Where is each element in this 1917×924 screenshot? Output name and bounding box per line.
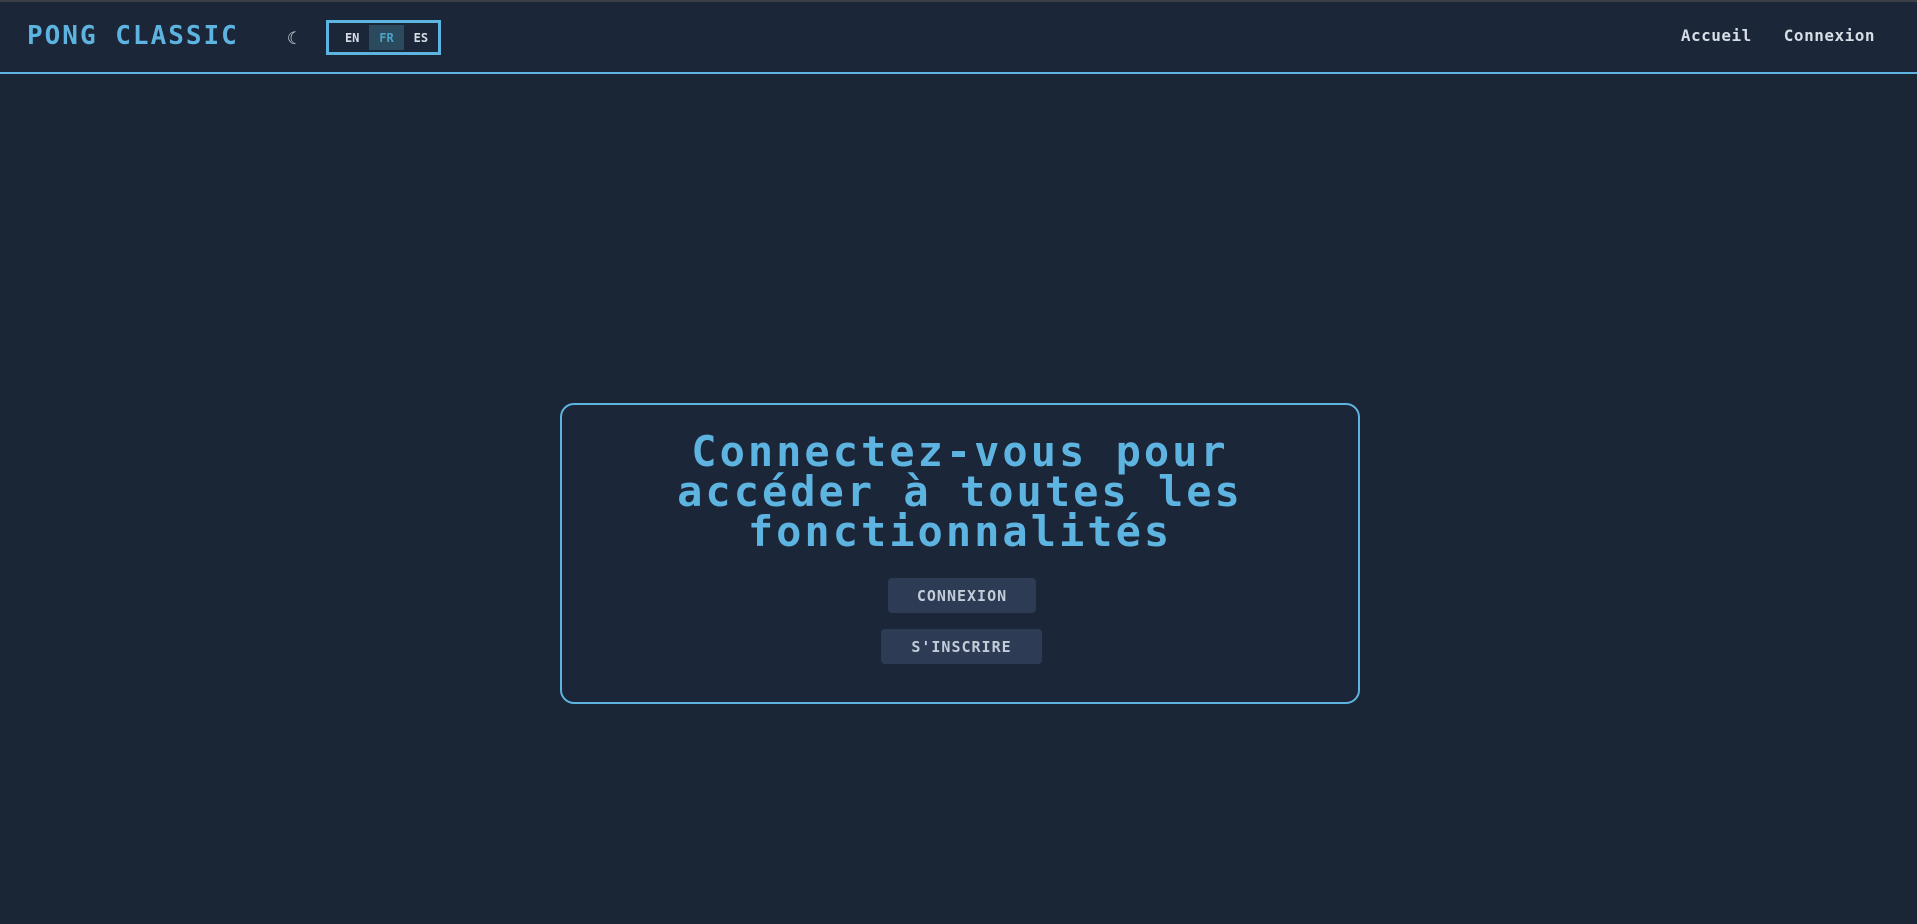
app-logo[interactable]: PONG CLASSIC bbox=[27, 19, 239, 53]
language-switcher: EN FR ES bbox=[326, 20, 441, 55]
login-prompt-heading: Connectez-vous pour accéder à toutes les… bbox=[677, 427, 1243, 556]
lang-button-es[interactable]: ES bbox=[404, 25, 438, 50]
top-navbar: PONG CLASSIC ☾ EN FR ES Accueil Connexio… bbox=[0, 2, 1917, 74]
signup-button[interactable]: S'INSCRIRE bbox=[881, 629, 1042, 664]
login-prompt-card: Connectez-vous pour accéder à toutes les… bbox=[560, 403, 1360, 704]
nav-link-login[interactable]: Connexion bbox=[1784, 26, 1875, 45]
nav-links: Accueil Connexion bbox=[1681, 26, 1875, 45]
moon-icon[interactable]: ☾ bbox=[287, 29, 303, 49]
lang-button-en[interactable]: EN bbox=[335, 25, 369, 50]
nav-link-home[interactable]: Accueil bbox=[1681, 26, 1752, 45]
login-button[interactable]: CONNEXION bbox=[888, 578, 1036, 613]
lang-button-fr[interactable]: FR bbox=[369, 25, 404, 50]
